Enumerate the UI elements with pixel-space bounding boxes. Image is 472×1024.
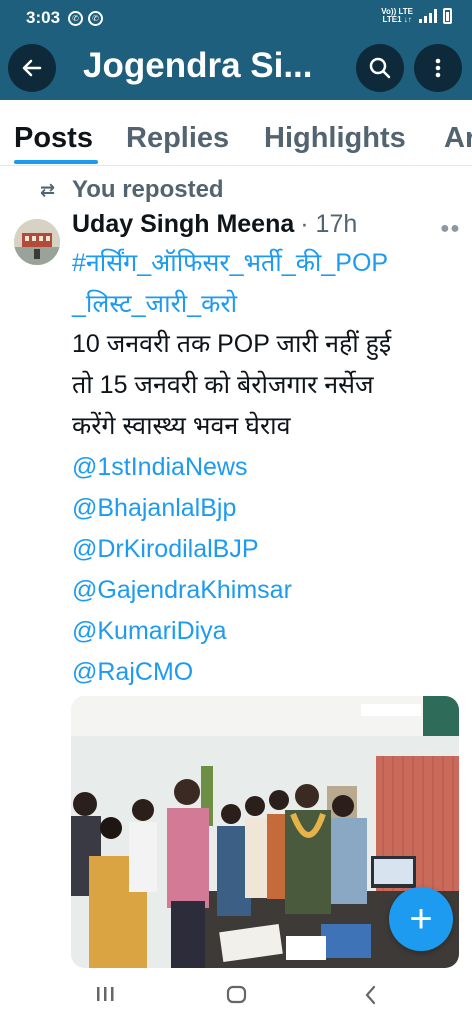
home-button[interactable] [226, 984, 248, 1011]
post-text-line: 10 जनवरी तक POP जारी नहीं हुई [72, 330, 392, 358]
status-bar: 3:03 ✆ ✆ Vo)) LTE LTE1 ↓↑ [0, 0, 472, 36]
status-system-icons: Vo)) LTE LTE1 ↓↑ [381, 8, 452, 24]
profile-tabs: Posts Replies Highlights Ar [0, 100, 472, 166]
mention-link[interactable]: @KumariDiya [72, 614, 227, 648]
back-button[interactable] [8, 44, 56, 92]
chevron-left-icon [365, 985, 376, 1005]
mention-link[interactable]: @BhajanlalBjp [72, 491, 236, 525]
system-navigation-bar [0, 968, 472, 1024]
mention-link[interactable]: @RajCMO [72, 655, 193, 689]
post-menu-icon[interactable]: ● ● [440, 220, 460, 238]
signal-icon [419, 9, 437, 23]
battery-icon [443, 8, 452, 24]
avatar[interactable] [14, 219, 60, 265]
hashtag-link-continued[interactable]: _लिस्ट_जारी_करो [72, 287, 237, 321]
tab-replies[interactable]: Replies [126, 122, 229, 155]
back-arrow-icon [22, 59, 42, 77]
hashtag-link[interactable]: #नर्सिंग_ऑफिसर_भर्ती_की_POP [72, 246, 388, 280]
page-title: Jogendra Si... [83, 46, 313, 85]
post-text-line: करेंगे स्वास्थ्य भवन घेराव [72, 412, 291, 440]
tab-posts[interactable]: Posts [14, 122, 93, 155]
post-text-line: तो 15 जनवरी को बेरोजगार नर्सेज [72, 371, 374, 399]
more-vertical-icon [435, 58, 441, 78]
call-icon: ✆ [88, 10, 104, 26]
back-nav-button[interactable] [362, 984, 380, 1011]
repost-indicator: ⇄ You reposted [40, 176, 224, 204]
active-tab-indicator [14, 160, 98, 164]
post-timestamp[interactable]: · 17h [300, 210, 357, 239]
recent-apps-button[interactable] [95, 984, 115, 1009]
compose-button[interactable]: + [389, 887, 453, 951]
plus-icon: + [409, 896, 433, 941]
tab-highlights[interactable]: Highlights [264, 122, 406, 155]
network-indicator: Vo)) LTE LTE1 ↓↑ [381, 7, 413, 24]
post-author-row: Uday Singh Meena · 17h [72, 210, 357, 239]
tab-articles[interactable]: Ar [444, 122, 472, 155]
more-button[interactable] [414, 44, 462, 92]
search-button[interactable] [356, 44, 404, 92]
status-notification-icons: ✆ ✆ [68, 10, 104, 26]
profile-header: Jogendra Si... [0, 36, 472, 100]
author-name[interactable]: Uday Singh Meena [72, 210, 294, 239]
repost-label: You reposted [72, 176, 224, 203]
whatsapp-icon: ✆ [68, 10, 84, 26]
recent-apps-icon [97, 987, 114, 1001]
status-time: 3:03 [26, 8, 61, 27]
home-icon [226, 985, 247, 1004]
search-icon [369, 57, 391, 79]
mention-link[interactable]: @GajendraKhimsar [72, 573, 292, 607]
mention-link[interactable]: @DrKirodilalBJP [72, 532, 259, 566]
repost-icon: ⇄ [40, 179, 56, 200]
mention-link[interactable]: @1stIndiaNews [72, 450, 247, 484]
